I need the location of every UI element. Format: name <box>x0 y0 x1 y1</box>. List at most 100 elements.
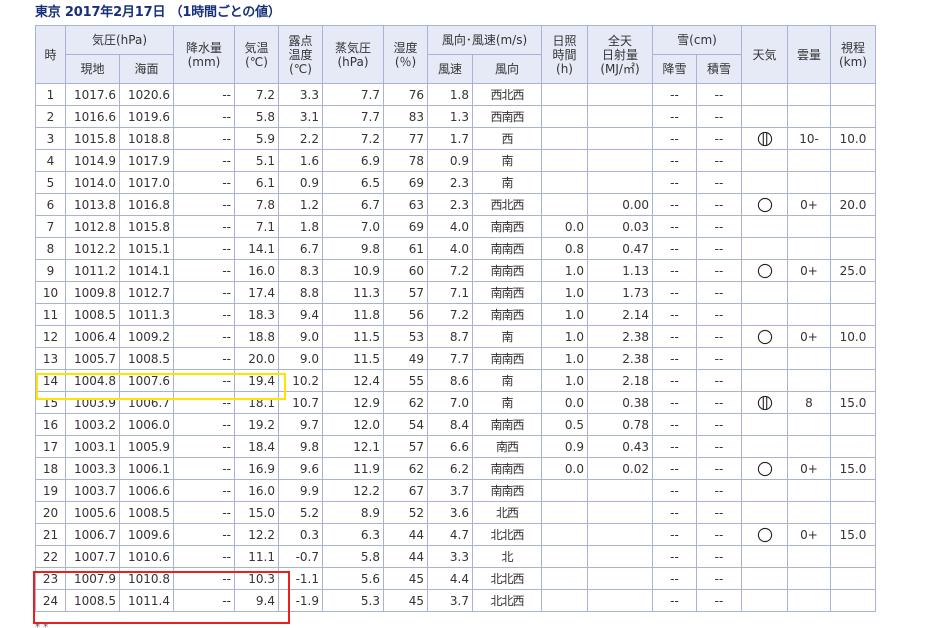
precipitation-cell: -- <box>173 303 235 326</box>
cloud-cell: 10- <box>787 127 831 150</box>
temperature-cell: 14.1 <box>234 237 279 260</box>
precipitation-cell: -- <box>173 523 235 546</box>
dew-point-cell: -0.7 <box>278 545 323 568</box>
wind-direction-cell: 南南西 <box>472 215 542 238</box>
snow-depth-cell: -- <box>696 303 742 326</box>
temperature-cell: 16.0 <box>234 259 279 282</box>
table-row: 17 1003.1 1005.9 -- 18.4 9.8 12.1 57 6.6 南西 0.9 0.4… <box>35 435 876 458</box>
hour-cell: 6 <box>35 193 66 216</box>
table-row: 6 1013.8 1016.8 -- 7.8 1.2 6.7 63 2.3 西北西 0.00 -- --… <box>35 193 876 216</box>
hour-cell: 4 <box>35 149 66 172</box>
header-visibility: 視程 (km) <box>830 25 876 84</box>
pressure-station-cell: 1008.5 <box>65 303 120 326</box>
precipitation-cell: -- <box>173 127 235 150</box>
snow-depth-cell: -- <box>696 501 742 524</box>
hour-cell: 1 <box>35 83 66 106</box>
snowfall-cell: -- <box>652 501 697 524</box>
radiation-cell: 0.00 <box>587 193 653 216</box>
snow-depth-cell: -- <box>696 413 742 436</box>
cloud-cell <box>787 479 831 502</box>
cloud-cell <box>787 215 831 238</box>
vapor-pressure-cell: 6.3 <box>322 523 384 546</box>
snowfall-cell: -- <box>652 303 697 326</box>
snow-depth-cell: -- <box>696 149 742 172</box>
vapor-pressure-cell: 6.7 <box>322 193 384 216</box>
visibility-cell <box>830 369 876 392</box>
sunshine-cell: 0.9 <box>541 435 588 458</box>
hour-cell: 19 <box>35 479 66 502</box>
snow-depth-cell: -- <box>696 193 742 216</box>
visibility-cell: 20.0 <box>830 193 876 216</box>
snowfall-cell: -- <box>652 105 697 128</box>
temperature-cell: 12.2 <box>234 523 279 546</box>
table-row: 3 1015.8 1018.8 -- 5.9 2.2 7.2 77 1.7 西 -- -- 10- 10.… <box>35 127 876 150</box>
radiation-cell <box>587 479 653 502</box>
wind-speed-cell: 3.7 <box>427 589 473 612</box>
snow-depth-cell: -- <box>696 215 742 238</box>
wind-speed-cell: 7.2 <box>427 259 473 282</box>
pressure-sea-cell: 1007.6 <box>119 369 174 392</box>
page-title: 東京 2017年2月17日 （1時間ごとの値） <box>35 5 281 20</box>
weather-cell <box>741 303 788 326</box>
temperature-cell: 6.1 <box>234 171 279 194</box>
temperature-cell: 5.8 <box>234 105 279 128</box>
clear-weather-icon <box>757 197 772 212</box>
wind-direction-cell: 北北西 <box>472 567 542 590</box>
weather-cell <box>741 149 788 172</box>
precipitation-cell: -- <box>173 545 235 568</box>
humidity-cell: 76 <box>383 83 428 106</box>
cloud-cell: 8 <box>787 391 831 414</box>
cloud-cell: 0+ <box>787 325 831 348</box>
sunshine-cell <box>541 523 588 546</box>
temperature-cell: 18.1 <box>234 391 279 414</box>
radiation-cell: 2.38 <box>587 347 653 370</box>
hour-cell: 14 <box>35 369 66 392</box>
table-row: 10 1009.8 1012.7 -- 17.4 8.8 11.3 57 7.1 南南西 1.0 1.… <box>35 281 876 304</box>
weather-cell <box>741 435 788 458</box>
table-row: 9 1011.2 1014.1 -- 16.0 8.3 10.9 60 7.2 南南西 1.0 1.1… <box>35 259 876 282</box>
cloud-cell <box>787 237 831 260</box>
visibility-cell <box>830 435 876 458</box>
sunshine-cell <box>541 589 588 612</box>
wind-direction-cell: 南 <box>472 325 542 348</box>
weather-cell <box>741 259 788 282</box>
wind-direction-cell: 南南西 <box>472 281 542 304</box>
pressure-sea-cell: 1010.8 <box>119 567 174 590</box>
snow-depth-cell: -- <box>696 347 742 370</box>
humidity-cell: 62 <box>383 457 428 480</box>
wind-direction-cell: 南 <box>472 391 542 414</box>
pressure-sea-cell: 1008.5 <box>119 501 174 524</box>
hour-cell: 3 <box>35 127 66 150</box>
snow-depth-cell: -- <box>696 83 742 106</box>
dew-point-cell: -1.9 <box>278 589 323 612</box>
snowfall-cell: -- <box>652 149 697 172</box>
vapor-pressure-cell: 5.8 <box>322 545 384 568</box>
temperature-cell: 15.0 <box>234 501 279 524</box>
vapor-pressure-cell: 7.0 <box>322 215 384 238</box>
pressure-station-cell: 1012.8 <box>65 215 120 238</box>
radiation-cell <box>587 149 653 172</box>
wind-speed-cell: 7.2 <box>427 303 473 326</box>
wind-direction-cell: 北西 <box>472 501 542 524</box>
wind-direction-cell: 北 <box>472 545 542 568</box>
pressure-station-cell: 1014.9 <box>65 149 120 172</box>
pressure-station-cell: 1015.8 <box>65 127 120 150</box>
snowfall-cell: -- <box>652 237 697 260</box>
hour-cell: 5 <box>35 171 66 194</box>
weather-cell <box>741 457 788 480</box>
weather-cell <box>741 567 788 590</box>
pressure-sea-cell: 1015.8 <box>119 215 174 238</box>
wind-direction-cell: 西北西 <box>472 83 542 106</box>
dew-point-cell: 9.7 <box>278 413 323 436</box>
hour-cell: 15 <box>35 391 66 414</box>
vapor-pressure-cell: 7.7 <box>322 83 384 106</box>
temperature-cell: 16.0 <box>234 479 279 502</box>
radiation-cell <box>587 105 653 128</box>
snow-depth-cell: -- <box>696 105 742 128</box>
cloud-cell <box>787 149 831 172</box>
precipitation-cell: -- <box>173 105 235 128</box>
radiation-cell: 0.03 <box>587 215 653 238</box>
wind-speed-cell: 2.3 <box>427 193 473 216</box>
snow-depth-cell: -- <box>696 391 742 414</box>
table-row: 7 1012.8 1015.8 -- 7.1 1.8 7.0 69 4.0 南南西 0.0 0.03-… <box>35 215 876 238</box>
